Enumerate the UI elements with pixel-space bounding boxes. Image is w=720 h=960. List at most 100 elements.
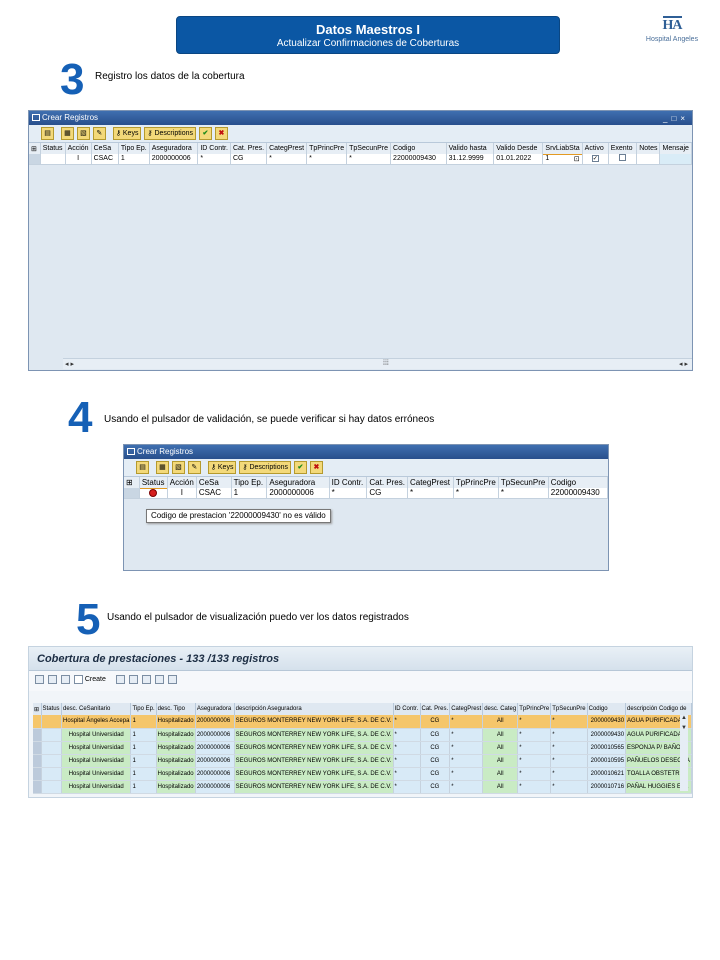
col-codigo[interactable]: Codigo xyxy=(390,143,447,154)
lock-icon[interactable] xyxy=(35,675,44,684)
col-codigo[interactable]: Codigo xyxy=(548,477,608,488)
col-valido-hasta[interactable]: Valido hasta xyxy=(446,143,495,154)
keys-button[interactable]: ⚷ Keys xyxy=(112,127,142,140)
col-desc-tipo[interactable]: desc. Tipo xyxy=(156,703,196,715)
cell-cat-pres[interactable]: CG xyxy=(366,488,408,499)
cell-exento[interactable] xyxy=(608,154,638,165)
copy-icon[interactable] xyxy=(128,675,138,684)
row-selector[interactable] xyxy=(33,780,42,794)
cell-tp-princ[interactable]: * xyxy=(306,154,348,165)
col-tp-secun[interactable]: TpSecunPre xyxy=(346,143,392,154)
cell-srv-liab[interactable]: 1 ⊡ xyxy=(542,153,583,165)
trash-icon[interactable] xyxy=(115,675,125,684)
cell-tp-princ[interactable]: * xyxy=(453,488,499,499)
col-id-contr[interactable]: ID Contr. xyxy=(197,143,231,154)
insert-row-icon[interactable]: ▦ xyxy=(60,127,74,140)
col-cesa[interactable]: CeSa xyxy=(196,477,232,488)
table-row[interactable]: Hospital Ángeles Accepa 1 Hospitalizado … xyxy=(33,715,692,729)
delete-row-icon[interactable]: ▧ xyxy=(171,461,185,474)
validate-check-icon[interactable]: ✔ xyxy=(198,127,212,140)
col-tipo-ep[interactable]: Tipo Ep. xyxy=(118,143,150,154)
vertical-scrollbar[interactable]: ▲ ▼ xyxy=(680,715,688,791)
cell-cesa[interactable]: CSAC xyxy=(196,488,232,499)
col-exento[interactable]: Exento xyxy=(608,143,638,154)
cell-mensaje[interactable] xyxy=(659,154,692,165)
col-id-contr[interactable]: ID Contr. xyxy=(329,477,368,488)
cell-cesa[interactable]: CSAC xyxy=(91,154,119,165)
create-icon[interactable] xyxy=(73,675,83,684)
new-row-icon[interactable]: ▤ xyxy=(136,461,149,474)
cell-aseguradora[interactable]: 2000000006 xyxy=(149,154,199,165)
col-id-contr[interactable]: ID Contr. xyxy=(393,703,421,715)
layout-icon[interactable]: ⊞ xyxy=(29,143,41,154)
cancel-x-icon[interactable]: ✖ xyxy=(214,127,228,140)
row-selector[interactable] xyxy=(33,741,42,755)
insert-row-icon[interactable]: ▦ xyxy=(155,461,169,474)
import-icon[interactable] xyxy=(167,675,177,684)
table-row[interactable]: Hospital Universidad 1 Hospitalizado 200… xyxy=(33,767,692,781)
col-tp-princ[interactable]: TpPrincPre xyxy=(517,703,552,715)
exento-checkbox[interactable] xyxy=(618,154,626,162)
col-desc-categ[interactable]: desc. Categ xyxy=(482,703,519,715)
value-help-icon[interactable]: ⊡ xyxy=(574,155,580,163)
col-cat-pres[interactable]: Cat. Pres. xyxy=(420,703,451,715)
col-codigo[interactable]: Codigo xyxy=(587,703,627,715)
cell-valido-desde[interactable]: 01.01.2022 xyxy=(493,154,544,165)
cell-notes[interactable] xyxy=(636,154,661,165)
edit-icon[interactable] xyxy=(60,675,70,684)
col-srv-liab[interactable]: SrvLiabSta xyxy=(542,143,583,154)
activo-checkbox[interactable]: ✓ xyxy=(591,155,599,163)
row-selector[interactable] xyxy=(33,754,42,768)
col-notes[interactable]: Notes xyxy=(636,143,661,154)
eraser-icon[interactable]: ✎ xyxy=(92,127,106,140)
cell-aseguradora[interactable]: 2000000006 xyxy=(266,488,330,499)
col-status[interactable]: Status xyxy=(139,477,168,488)
cell-status[interactable] xyxy=(138,487,168,499)
cell-accion[interactable]: I xyxy=(65,154,92,165)
descriptions-button[interactable]: ⚷ Descriptions xyxy=(239,461,291,474)
cell-tp-secun[interactable]: * xyxy=(498,488,549,499)
table-row[interactable]: Hospital Universidad 1 Hospitalizado 200… xyxy=(33,754,692,768)
table-row[interactable]: Hospital Universidad 1 Hospitalizado 200… xyxy=(33,728,692,742)
cell-tipo-ep[interactable]: 1 xyxy=(118,154,150,165)
row-selector[interactable] xyxy=(29,154,41,165)
delete-row-icon[interactable]: ▧ xyxy=(76,127,90,140)
horizontal-scrollbar[interactable]: ◂ ▸ ⁞⁞⁞ ◂ ▸ xyxy=(63,358,692,369)
col-cesa[interactable]: CeSa xyxy=(91,143,119,154)
col-desc-cesanitario[interactable]: desc. CeSanitario xyxy=(61,703,132,715)
col-cat-pres[interactable]: Cat. Pres. xyxy=(366,477,408,488)
col-aseguradora[interactable]: Aseguradora xyxy=(149,143,199,154)
cell-cat-pres[interactable]: CG xyxy=(230,154,268,165)
scroll-grip-icon[interactable]: ⁞⁞⁞ xyxy=(383,360,389,367)
paste-icon[interactable] xyxy=(141,675,151,684)
cell-categ-prest[interactable]: * xyxy=(407,488,454,499)
col-tp-secun[interactable]: TpSecunPre xyxy=(550,703,588,715)
cell-codigo[interactable]: 22000009430 xyxy=(548,488,608,499)
scroll-right-icon[interactable]: ◂ ▸ xyxy=(679,360,688,368)
cell-codigo[interactable]: 22000009430 xyxy=(390,154,447,165)
cell-id-contr[interactable]: * xyxy=(197,154,231,165)
cell-tp-secun[interactable]: * xyxy=(346,154,392,165)
descriptions-button[interactable]: ⚷ Descriptions xyxy=(144,127,196,140)
cell-tipo-ep[interactable]: 1 xyxy=(231,488,268,499)
col-tp-secun[interactable]: TpSecunPre xyxy=(498,477,549,488)
scroll-left-icon[interactable]: ◂ ▸ xyxy=(65,360,74,368)
col-categ-prest[interactable]: CategPrest xyxy=(407,477,454,488)
col-accion[interactable]: Acción xyxy=(167,477,197,488)
col-categ-prest[interactable]: CategPrest xyxy=(266,143,308,154)
col-desc-codigo[interactable]: descripción Codigo de xyxy=(625,703,692,715)
col-tipo-ep[interactable]: Tipo Ep. xyxy=(130,703,157,715)
col-valido-desde[interactable]: Valido Desde xyxy=(493,143,544,154)
row-selector[interactable] xyxy=(33,715,42,729)
col-tp-princ[interactable]: TpPrincPre xyxy=(306,143,348,154)
col-tp-princ[interactable]: TpPrincPre xyxy=(453,477,499,488)
scroll-down-icon[interactable]: ▼ xyxy=(680,725,688,731)
col-status[interactable]: Status xyxy=(40,143,66,154)
row-selector[interactable] xyxy=(124,488,140,499)
col-aseguradora[interactable]: Aseguradora xyxy=(195,703,235,715)
export-icon[interactable] xyxy=(154,675,164,684)
col-aseguradora[interactable]: Aseguradora xyxy=(266,477,330,488)
row-selector[interactable] xyxy=(33,728,42,742)
col-categ-prest[interactable]: CategPrest xyxy=(449,703,484,715)
col-accion[interactable]: Acción xyxy=(65,143,92,154)
